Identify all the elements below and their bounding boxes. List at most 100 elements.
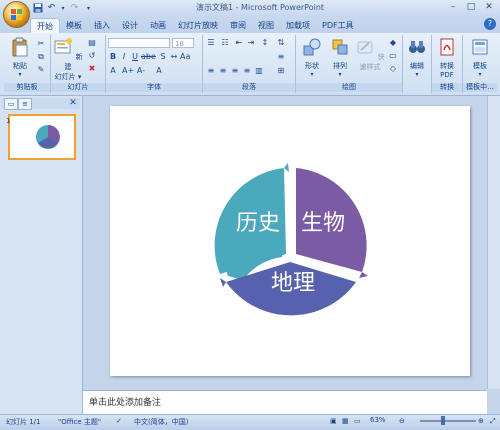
shape-fill-icon[interactable]: ◆ <box>388 38 398 48</box>
columns-icon[interactable]: ▥ <box>254 66 264 76</box>
shapes-label: 形状 <box>305 62 319 70</box>
vertical-scrollbar[interactable] <box>487 96 500 389</box>
bold-icon[interactable]: B <box>108 52 118 62</box>
tab-home[interactable]: 开始 <box>30 18 60 34</box>
tab-pdf-tools[interactable]: PDF工具 <box>316 18 360 33</box>
paste-button[interactable]: 粘贴 ▾ <box>6 37 34 78</box>
outline-tab-icon[interactable]: ≡ <box>18 98 32 110</box>
close-button[interactable]: ✕ <box>481 1 497 13</box>
new-slide-button[interactable]: 新建 幻灯片 ▾ <box>53 37 83 82</box>
language-status[interactable]: 中文(简体，中国) <box>134 417 188 427</box>
align-text-icon[interactable]: ≡ <box>276 52 286 62</box>
edit-dropdown-icon[interactable]: ▾ <box>403 71 431 78</box>
shapes-dropdown-icon[interactable]: ▾ <box>298 71 326 78</box>
change-case-icon[interactable]: Aa <box>180 52 190 62</box>
shape-outline-icon[interactable]: ▭ <box>388 51 398 61</box>
font-group-label: 字体 <box>106 83 202 92</box>
clipboard-group: 粘贴 ▾ ✂ ⧉ ✎ 剪贴板 <box>4 35 51 93</box>
redo-icon[interactable]: ↷ <box>69 3 80 14</box>
slideshow-view-icon[interactable]: ▭ <box>354 417 361 425</box>
template-button[interactable]: 模板 ▾ <box>466 37 494 78</box>
align-center-icon[interactable]: ≡ <box>218 66 228 76</box>
tab-addins[interactable]: 加载项 <box>280 18 316 33</box>
save-icon[interactable] <box>32 3 43 14</box>
theme-name[interactable]: "Office 主题" <box>58 417 101 427</box>
delete-slide-icon[interactable]: ✖ <box>87 64 97 74</box>
strikethrough-icon[interactable]: abe <box>141 52 156 62</box>
shapes-button[interactable]: 形状 ▾ <box>298 37 326 78</box>
edit-label: 编辑 <box>410 62 424 70</box>
clear-format-icon[interactable]: A <box>108 66 118 76</box>
increase-indent-icon[interactable]: ⇥ <box>246 38 256 48</box>
tab-view[interactable]: 视图 <box>252 18 280 33</box>
tab-template[interactable]: 模板 <box>60 18 88 33</box>
zoom-slider[interactable] <box>420 420 476 422</box>
template-dropdown-icon[interactable]: ▾ <box>466 71 494 78</box>
undo-dropdown-icon[interactable]: ▾ <box>60 3 66 14</box>
ribbon-tabs: 开始 模板 插入 设计 动画 幻灯片放映 审阅 视图 加载项 PDF工具 <box>30 18 360 34</box>
help-icon[interactable]: ? <box>484 18 496 30</box>
align-left-icon[interactable]: ≡ <box>206 66 216 76</box>
arrange-dropdown-icon[interactable]: ▾ <box>326 71 354 78</box>
slides-tab-icon[interactable]: ▭ <box>4 98 18 110</box>
shape-effects-icon[interactable]: ◇ <box>388 64 398 74</box>
slide-canvas[interactable]: 历史 生物 地理 <box>110 106 470 376</box>
font-name-combo[interactable] <box>108 38 170 48</box>
edit-button[interactable]: 编辑 ▾ <box>403 37 431 78</box>
convert-group-label: 转换 <box>432 83 462 92</box>
paragraph-group-label: 段落 <box>203 83 295 92</box>
italic-icon[interactable]: I <box>119 52 129 62</box>
char-spacing-icon[interactable]: ↔ <box>169 52 179 62</box>
grow-font-icon[interactable]: A+ <box>122 66 134 76</box>
text-direction-icon[interactable]: ⇅ <box>276 38 286 48</box>
drawing-group: 形状 ▾ 排列 ▾ 快速样式 ◆ ▭ ◇ 绘图 <box>296 35 403 93</box>
shadow-icon[interactable]: S <box>158 52 168 62</box>
arrange-button[interactable]: 排列 ▾ <box>326 37 354 78</box>
minimize-button[interactable]: – <box>445 1 461 13</box>
zoom-level[interactable]: 63% <box>370 416 386 424</box>
maximize-button[interactable]: □ <box>463 1 479 13</box>
slide-sorter-icon[interactable]: ▦ <box>342 417 349 425</box>
font-size-combo[interactable]: 18 <box>172 38 194 48</box>
zoom-in-icon[interactable]: ⊕ <box>478 417 484 425</box>
office-button[interactable] <box>3 1 30 28</box>
close-panel-icon[interactable]: ✕ <box>68 98 78 108</box>
slide-thumbnail[interactable] <box>8 114 76 160</box>
tab-insert[interactable]: 插入 <box>88 18 116 33</box>
font-color-icon[interactable]: A <box>154 66 164 76</box>
convert-pdf-button[interactable]: 转换 PDF <box>433 37 461 79</box>
tab-slideshow[interactable]: 幻灯片放映 <box>172 18 224 33</box>
paste-dropdown-icon[interactable]: ▾ <box>6 71 34 78</box>
zoom-slider-thumb[interactable] <box>441 416 445 425</box>
thumbnail-preview <box>36 125 60 149</box>
reset-icon[interactable]: ↺ <box>87 51 97 61</box>
bullets-icon[interactable]: ☰ <box>206 38 216 48</box>
cycle-diagram: 历史 生物 地理 <box>214 163 368 316</box>
binoculars-icon <box>409 41 425 53</box>
notes-placeholder: 单击此处添加备注 <box>89 398 162 408</box>
align-right-icon[interactable]: ≡ <box>230 66 240 76</box>
layout-icon[interactable]: ▤ <box>87 38 97 48</box>
zoom-out-icon[interactable]: ⊖ <box>399 417 405 425</box>
normal-view-icon[interactable]: ▣ <box>330 417 337 425</box>
justify-icon[interactable]: ≡ <box>242 66 252 76</box>
underline-icon[interactable]: U <box>130 52 140 62</box>
tab-animations[interactable]: 动画 <box>144 18 172 33</box>
smartart-icon[interactable]: ⊞ <box>276 66 286 76</box>
slides-group-label: 幻灯片 <box>51 83 105 92</box>
customize-qat-icon[interactable]: ▾ <box>83 3 94 14</box>
numbering-icon[interactable]: ☷ <box>220 38 230 48</box>
cut-icon[interactable]: ✂ <box>36 39 46 49</box>
tab-design[interactable]: 设计 <box>116 18 144 33</box>
format-painter-icon[interactable]: ✎ <box>36 65 46 75</box>
spellcheck-icon[interactable]: ✓ <box>116 417 122 425</box>
copy-icon[interactable]: ⧉ <box>36 52 46 62</box>
slide-count: 幻灯片 1/1 <box>6 418 41 426</box>
fit-slide-icon[interactable]: ⤢ <box>490 417 496 426</box>
quick-styles-button[interactable]: 快速样式 <box>354 37 386 72</box>
tab-review[interactable]: 审阅 <box>224 18 252 33</box>
decrease-indent-icon[interactable]: ⇤ <box>234 38 244 48</box>
line-spacing-icon[interactable]: ↕ <box>260 38 270 48</box>
undo-icon[interactable]: ↶ <box>46 3 57 14</box>
shrink-font-icon[interactable]: A- <box>136 66 146 76</box>
